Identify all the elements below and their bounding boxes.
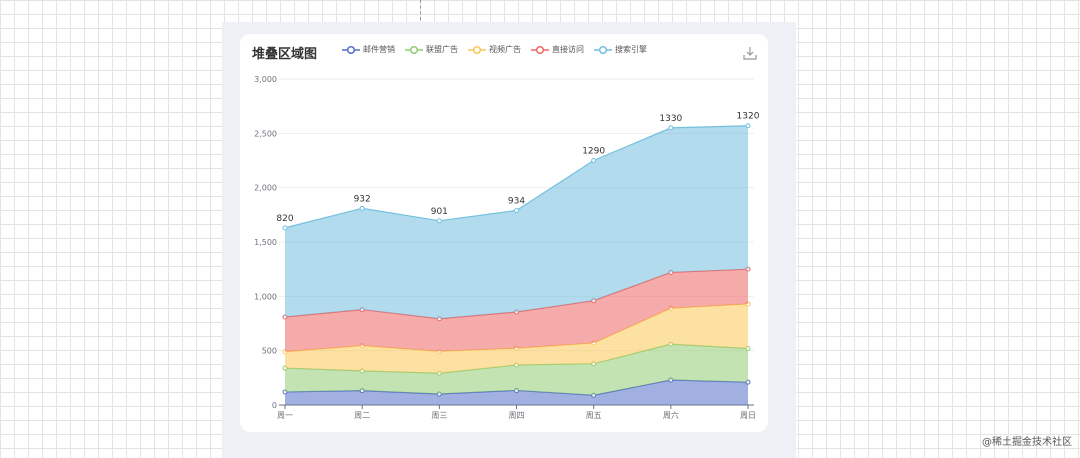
data-label: 1330 [659, 114, 682, 124]
y-tick-label: 500 [262, 347, 277, 356]
data-label: 1320 [737, 112, 760, 122]
data-label: 820 [276, 214, 293, 224]
data-point [436, 218, 442, 224]
data-label: 901 [431, 207, 448, 217]
y-tick-label: 2,500 [254, 129, 277, 138]
x-tick-label: 周一 [277, 411, 293, 420]
y-tick-label: 1,000 [254, 292, 277, 301]
data-point [282, 225, 288, 231]
data-point [514, 207, 519, 213]
y-tick-label: 0 [272, 401, 277, 410]
y-tick-label: 3,000 [254, 75, 277, 84]
x-tick-label: 周六 [663, 410, 679, 420]
data-point [745, 123, 751, 129]
data-point [591, 158, 597, 163]
data-label: 1290 [582, 147, 605, 157]
x-tick-label: 周二 [354, 411, 370, 420]
stacked-area-chart: 0 500 1,000 1,500 2,000 2,500 3,000 周一 周二 周三 周四 周五 周… [254, 75, 760, 420]
data-label: 932 [354, 194, 371, 204]
x-tick-label: 周五 [586, 411, 602, 420]
watermark: @稀土掘金技术社区 [982, 437, 1072, 448]
x-tick-label: 周四 [509, 411, 525, 420]
y-tick-label: 1,500 [254, 238, 277, 247]
y-tick-label: 2,000 [254, 184, 277, 193]
x-tick-label: 周日 [740, 411, 756, 420]
data-label: 934 [508, 196, 525, 206]
data-point [668, 125, 674, 131]
data-point [359, 205, 365, 211]
x-tick-label: 周三 [431, 411, 447, 420]
